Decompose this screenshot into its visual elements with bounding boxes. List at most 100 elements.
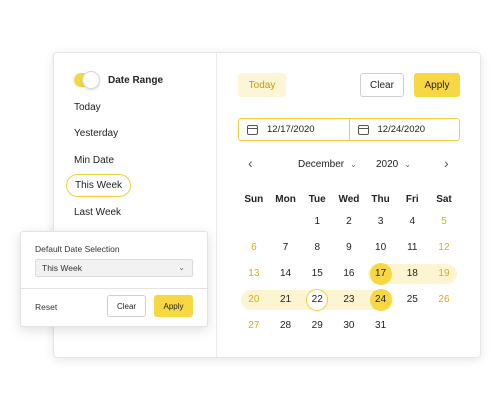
day-number: 21 [279,294,292,305]
day-number: 1 [314,216,320,227]
day-cell-27[interactable]: 27 [238,316,270,336]
day-number: 27 [248,320,260,331]
start-date-field[interactable]: 12/17/2020 [239,119,349,140]
day-cell-3[interactable]: 3 [365,212,397,232]
day-number: 11 [407,242,418,253]
day-cell-1[interactable]: 1 [301,212,333,232]
calendar-icon [357,124,369,135]
day-number: 20 [248,294,260,305]
day-cell-24[interactable]: 24 [365,289,397,311]
month-select[interactable]: December ⌄ [298,159,357,170]
divider [21,288,207,289]
day-number: 22 [306,289,329,311]
clear-button[interactable]: Clear [360,73,404,97]
day-cell-10[interactable]: 10 [365,238,397,258]
dropdown-value: This Week [42,263,82,273]
day-number: 18 [406,268,418,279]
day-cell-2[interactable]: 2 [333,212,365,232]
day-number: 2 [346,216,352,227]
chevron-right-icon[interactable]: › [444,155,449,171]
date-range-toggle[interactable] [74,71,100,89]
toggle-label: Date Range [108,74,164,86]
day-cell-23[interactable]: 23 [333,290,365,310]
day-cell-7[interactable]: 7 [270,238,302,258]
day-cell-30[interactable]: 30 [333,316,365,336]
weekday-label: Wed [338,194,360,205]
end-date-field[interactable]: 12/24/2020 [348,119,460,140]
apply-button[interactable]: Apply [414,73,460,97]
popup-apply-button[interactable]: Apply [154,295,193,317]
day-cell-18[interactable]: 18 [396,264,428,284]
chevron-down-icon: ⌄ [404,160,411,169]
day-cell-4[interactable]: 4 [396,212,428,232]
day-number: 25 [406,294,418,305]
day-cell-13[interactable]: 13 [238,264,270,284]
preset-today[interactable]: Today [74,102,101,113]
day-number: 17 [369,263,392,285]
weekday-label: Tue [308,194,326,205]
weekday-header: Sun Mon Tue Wed Thu Fri Sat [238,194,460,205]
weekday-label: Sun [244,194,264,205]
calendar-week-row: 20 21 22 23 24 25 26 [238,287,460,313]
day-number: 16 [343,268,355,279]
chevron-down-icon: ⌄ [350,160,357,169]
day-number: 10 [375,242,387,253]
day-cell-28[interactable]: 28 [270,316,302,336]
day-number: 6 [251,242,257,253]
day-number: 31 [375,320,387,331]
day-cell-22[interactable]: 22 [301,289,333,311]
end-date-value: 12/24/2020 [377,124,426,135]
toggle-knob [82,71,100,89]
day-number: 24 [369,289,392,311]
calendar-week-row: 13 14 15 16 17 18 19 [238,261,460,287]
day-cell-21[interactable]: 21 [270,290,302,310]
day-cell-8[interactable]: 8 [301,238,333,258]
weekday-label: Mon [275,194,296,205]
month-navigation: ‹ December ⌄ 2020 ⌄ › [238,153,460,177]
weekday-label: Fri [405,194,419,205]
year-select[interactable]: 2020 ⌄ [376,159,411,170]
start-date-value: 12/17/2020 [267,124,315,135]
calendar-week-row: 6 7 8 9 10 11 12 [238,235,460,261]
day-cell-16[interactable]: 16 [333,264,365,284]
day-cell-19[interactable]: 19 [428,264,460,284]
preset-this-week[interactable]: This Week [66,174,132,197]
day-number: 30 [343,320,355,331]
day-cell-29[interactable]: 29 [301,316,333,336]
weekday-label: Sat [436,194,452,205]
day-number: 9 [346,242,352,253]
default-selection-popup: Default Date Selection This Week ⌄ Reset… [20,231,208,327]
today-button[interactable]: Today [238,73,286,97]
day-cell-5[interactable]: 5 [428,212,460,232]
day-number: 23 [343,294,355,305]
day-number: 28 [279,320,292,331]
day-cell-31[interactable]: 31 [365,316,397,336]
preset-min-date[interactable]: Min Date [74,155,114,166]
month-value: December [298,159,345,170]
weekday-label: Thu [371,194,390,205]
day-cell-12[interactable]: 12 [428,238,460,258]
day-number: 5 [441,216,447,227]
day-cell-15[interactable]: 15 [301,264,333,284]
day-cell-26[interactable]: 26 [428,290,460,310]
day-number: 8 [314,242,320,253]
default-selection-dropdown[interactable]: This Week ⌄ [35,259,193,277]
reset-link[interactable]: Reset [35,302,57,312]
day-number: 19 [438,268,450,279]
day-number: 14 [279,268,292,279]
year-value: 2020 [376,159,399,170]
popup-clear-button[interactable]: Clear [107,295,146,317]
chevron-down-icon: ⌄ [178,263,185,272]
day-cell-17[interactable]: 17 [365,263,397,285]
day-cell-25[interactable]: 25 [396,290,428,310]
chevron-left-icon[interactable]: ‹ [248,155,253,171]
day-cell-6[interactable]: 6 [238,238,270,258]
day-cell-20[interactable]: 20 [238,290,270,310]
preset-last-week[interactable]: Last Week [74,207,121,218]
day-cell-14[interactable]: 14 [270,264,302,284]
date-range-toggle-row[interactable]: Date Range [74,71,164,89]
day-cell-11[interactable]: 11 [396,238,428,258]
calendar-grid: 1 2 3 4 5 6 7 8 9 10 11 12 13 14 15 16 17 18 19 20 21 22 23 24 2… [238,209,460,339]
day-cell-9[interactable]: 9 [333,238,365,258]
preset-yesterday[interactable]: Yesterday [74,128,118,139]
